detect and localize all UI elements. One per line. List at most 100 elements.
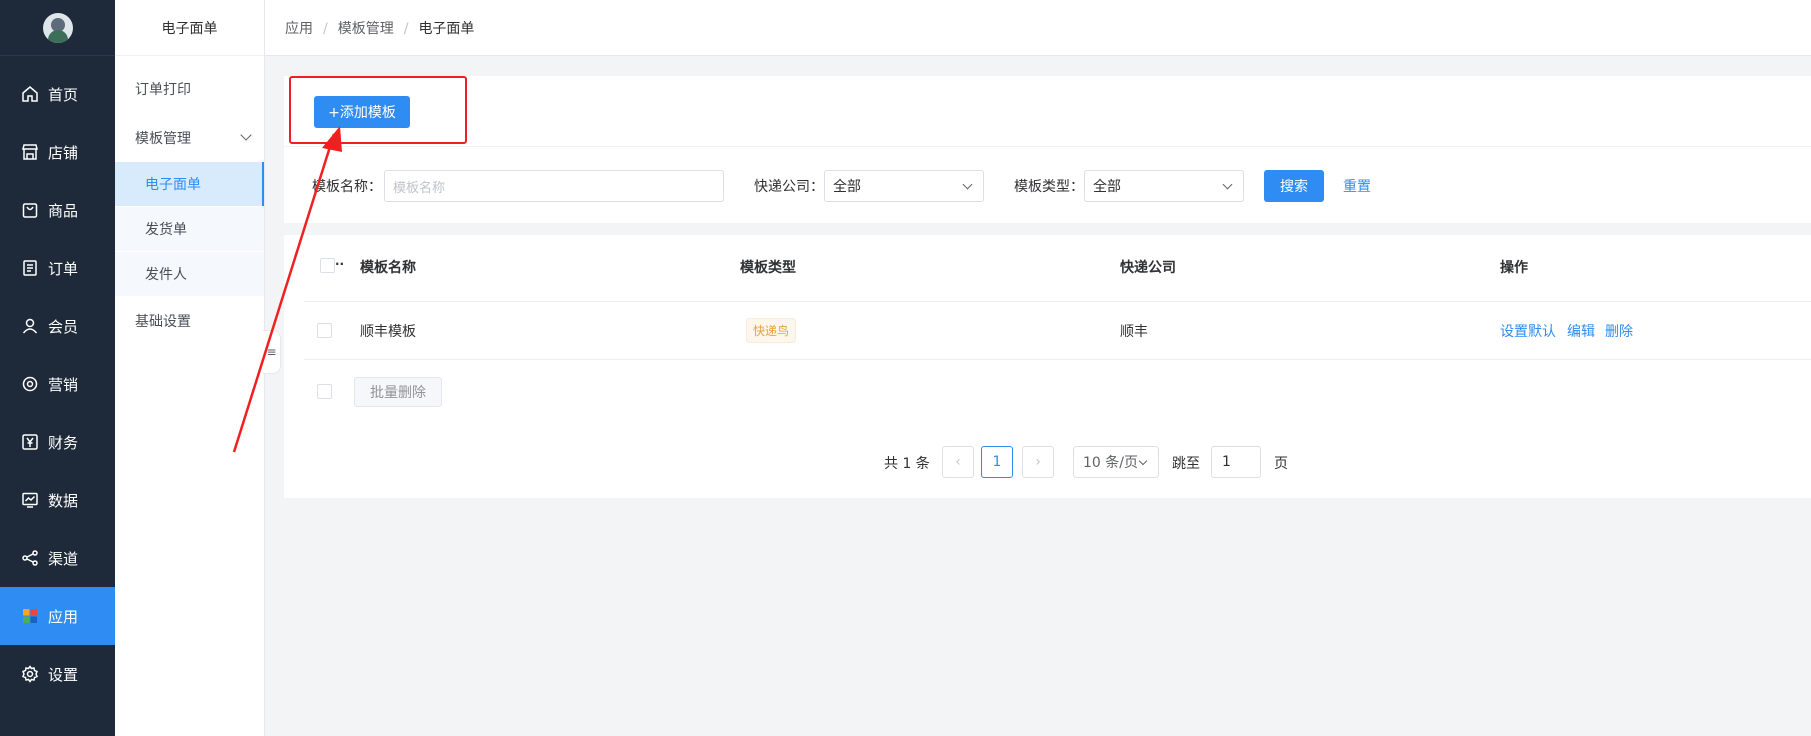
home-icon xyxy=(21,85,39,103)
filter-card: +添加模板 模板名称： 模板名称 快递公司： 全部 模板类型： 全部 搜索 重置 xyxy=(284,76,1811,223)
batch-delete-button[interactable]: 批量删除 xyxy=(354,377,442,407)
row-divider xyxy=(304,359,1811,360)
nav-item-data[interactable]: 数据 xyxy=(0,471,115,529)
nav-label: 会员 xyxy=(48,317,79,336)
breadcrumb-separator: / xyxy=(323,20,328,37)
nav-item-channel[interactable]: 渠道 xyxy=(0,529,115,587)
apps-icon xyxy=(21,607,39,625)
cell-company: 顺丰 xyxy=(1120,324,1148,340)
reset-link[interactable]: 重置 xyxy=(1343,176,1371,196)
submenu-item-order-print[interactable]: 订单打印 xyxy=(115,67,264,111)
top-bar: 应用 / 模板管理 / 电子面单 xyxy=(265,0,1811,56)
nav-label: 营销 xyxy=(48,375,79,394)
template-type-tag: 快递鸟 xyxy=(746,318,797,343)
page-unit-label: 页 xyxy=(1274,456,1288,472)
template-table-card: .. 模板名称 模板类型 快递公司 操作 顺丰模板 快递鸟 顺丰 设置默认 编辑… xyxy=(284,235,1811,498)
chevron-left-icon: ‹ xyxy=(955,454,961,470)
select-value: 全部 xyxy=(1093,179,1121,195)
nav-item-apps[interactable]: 应用 xyxy=(0,587,115,645)
search-button[interactable]: 搜索 xyxy=(1264,170,1324,202)
nav-item-member[interactable]: 会员 xyxy=(0,297,115,355)
chevron-down-icon xyxy=(240,129,252,141)
nav-label: 订单 xyxy=(48,259,79,278)
template-name-input[interactable]: 模板名称 xyxy=(384,170,724,202)
nav-item-order[interactable]: 订单 xyxy=(0,239,115,297)
cell-template-name: 顺丰模板 xyxy=(360,324,416,340)
delete-link[interactable]: 删除 xyxy=(1605,321,1633,341)
submenu-label: 基础设置 xyxy=(135,314,191,330)
breadcrumb-separator: / xyxy=(403,20,409,37)
submenu-item-template-manage[interactable]: 模板管理 xyxy=(115,116,264,160)
nav-item-settings[interactable]: 设置 xyxy=(0,645,115,703)
prev-page-button[interactable]: ‹ xyxy=(942,446,974,478)
nav-label: 首页 xyxy=(48,85,79,104)
yen-icon xyxy=(21,433,39,451)
submenu-label: 模板管理 xyxy=(135,131,191,147)
select-all-checkbox[interactable] xyxy=(320,258,335,273)
column-header-actions: 操作 xyxy=(1500,260,1528,276)
submenu-item-basic-settings[interactable]: 基础设置 xyxy=(115,299,264,343)
template-name-label: 模板名称： xyxy=(312,179,382,195)
row-checkbox[interactable] xyxy=(317,323,332,338)
order-icon xyxy=(21,259,39,277)
marketing-icon xyxy=(21,375,39,393)
annotation-highlight-box xyxy=(289,76,467,144)
breadcrumb-item[interactable]: 模板管理 xyxy=(338,21,394,37)
nav-item-home[interactable]: 首页 xyxy=(0,65,115,123)
column-header-company: 快递公司 xyxy=(1120,260,1176,276)
breadcrumb: 应用 / 模板管理 / 电子面单 xyxy=(285,18,474,38)
submenu-item-delivery-note[interactable]: 发货单 xyxy=(115,207,264,251)
avatar-logo[interactable] xyxy=(42,12,73,43)
logo-area xyxy=(0,0,115,56)
bag-icon xyxy=(21,201,39,219)
submenu-label: 电子面单 xyxy=(145,177,201,193)
nav-label: 财务 xyxy=(48,433,79,452)
chevron-down-icon xyxy=(1138,456,1148,466)
submenu-title: 电子面单 xyxy=(115,0,264,56)
chevron-down-icon xyxy=(1222,179,1233,190)
store-icon xyxy=(21,143,39,161)
nav-item-finance[interactable]: 财务 xyxy=(0,413,115,471)
jump-page-input[interactable]: 1 xyxy=(1211,446,1261,478)
nav-label: 数据 xyxy=(48,491,79,510)
pagination-total: 共 1 条 xyxy=(884,456,930,472)
column-header-name: 模板名称 xyxy=(360,260,416,276)
next-page-button[interactable]: › xyxy=(1022,446,1054,478)
set-default-link[interactable]: 设置默认 xyxy=(1500,321,1556,341)
select-value: 全部 xyxy=(833,179,861,195)
collapse-menu-handle[interactable]: ≡ xyxy=(263,330,281,374)
main-sidebar: 首页 店铺 商品 订单 会员 营销 财务 数据 渠道 应用 设置 xyxy=(0,0,115,736)
nav-item-goods[interactable]: 商品 xyxy=(0,181,115,239)
submenu-item-electronic-waybill[interactable]: 电子面单 xyxy=(115,162,264,206)
nav-item-marketing[interactable]: 营销 xyxy=(0,355,115,413)
page-size-select[interactable]: 10 条/页 xyxy=(1073,446,1159,478)
submenu-label: 发货单 xyxy=(145,222,187,238)
page-number-current[interactable]: 1 xyxy=(981,446,1013,478)
jump-label: 跳至 xyxy=(1172,456,1200,472)
edit-link[interactable]: 编辑 xyxy=(1567,321,1595,341)
chevron-right-icon: › xyxy=(1035,454,1041,470)
submenu-item-sender[interactable]: 发件人 xyxy=(115,252,264,296)
nav-label: 渠道 xyxy=(48,549,79,568)
nav-item-store[interactable]: 店铺 xyxy=(0,123,115,181)
batch-select-checkbox[interactable] xyxy=(317,384,332,399)
nav-label: 应用 xyxy=(48,607,79,626)
settings-icon xyxy=(21,665,39,683)
chart-icon xyxy=(21,491,39,509)
nav-label: 设置 xyxy=(48,665,79,684)
submenu-label: 订单打印 xyxy=(135,82,191,98)
breadcrumb-item[interactable]: 应用 xyxy=(285,21,313,37)
header-ellipsis: .. xyxy=(335,254,345,268)
page-size-value: 10 条/页 xyxy=(1083,455,1138,471)
divider xyxy=(284,146,1811,147)
breadcrumb-item-current: 电子面单 xyxy=(418,20,475,37)
chevron-down-icon xyxy=(962,179,973,190)
template-type-select[interactable]: 全部 xyxy=(1084,170,1244,202)
express-company-select[interactable]: 全部 xyxy=(824,170,984,202)
secondary-menu: 电子面单 订单打印 模板管理 电子面单 发货单 发件人 基础设置 xyxy=(115,0,265,736)
nav-label: 店铺 xyxy=(48,143,79,162)
express-company-label: 快递公司： xyxy=(754,179,824,195)
nav-label: 商品 xyxy=(48,201,79,220)
collapse-icon: ≡ xyxy=(266,345,277,359)
submenu-label: 发件人 xyxy=(145,267,187,283)
